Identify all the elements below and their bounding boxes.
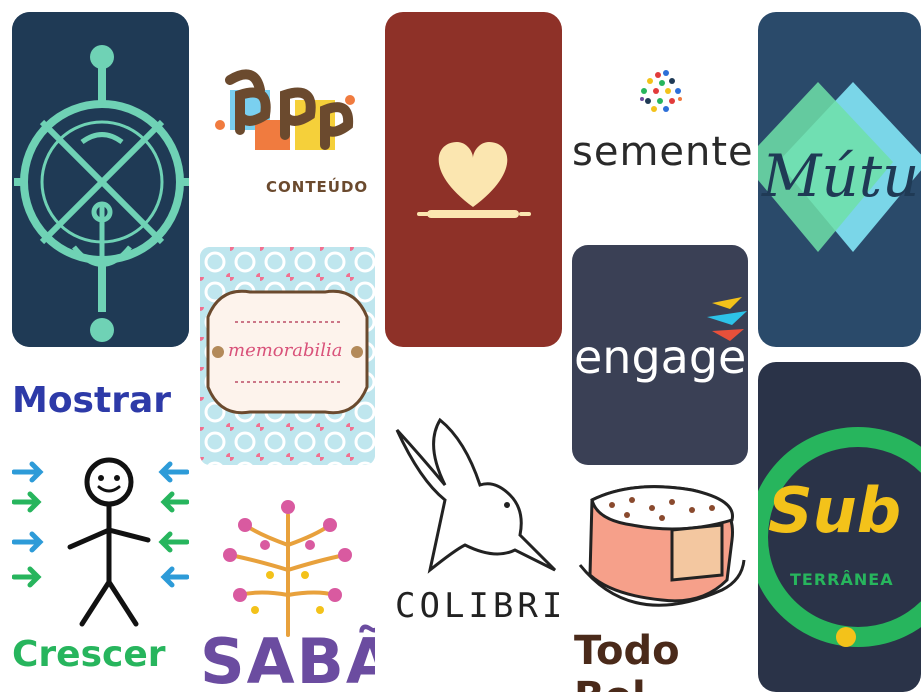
ppp-letters-icon [215,69,355,150]
mostrar-bottom-word: Crescer [12,634,166,675]
mostrar-crescer-logo-tile[interactable]: Mostrar Crescer [12,362,189,692]
hummingbird-icon [395,417,557,574]
memorabilia-logo-tile[interactable]: memorabilia [200,247,375,465]
todo-bolo-label: Todo Bol [574,628,680,692]
sub-sublabel: TERRÂNEA [790,570,894,589]
sabao-label: SABÃ [200,625,375,692]
engage-logo-tile[interactable]: engage [572,245,748,465]
colibri-label: COLIBRII [395,586,562,626]
heart-rolling-pin-logo-tile[interactable] [385,12,562,347]
todo-bolo-logo-tile[interactable]: Todo Bol [572,480,748,692]
engage-label: engage [574,330,747,384]
heart-rolling-pin-icon [417,142,531,218]
semente-label: semente [572,129,752,175]
sub-terranea-logo-tile[interactable]: Sub TERRÂNEA [758,362,921,692]
memorabilia-label: memorabilia [228,340,343,361]
colibri-logo-tile[interactable]: COLIBRII [385,400,562,692]
ships-wheel-logo-tile[interactable] [12,12,189,347]
ppp-conteudo-logo-tile[interactable]: CONTEÚDO [200,40,375,200]
sub-label: Sub [768,474,902,547]
sabao-logo-tile[interactable]: SABÃ [200,485,375,692]
mutua-label: Mútua [762,142,921,210]
semente-logo-tile[interactable]: semente [572,55,752,175]
ships-wheel-icon [12,12,189,347]
mutua-logo-tile[interactable]: Mútua [758,12,921,347]
ppp-caption: CONTEÚDO [266,178,369,196]
